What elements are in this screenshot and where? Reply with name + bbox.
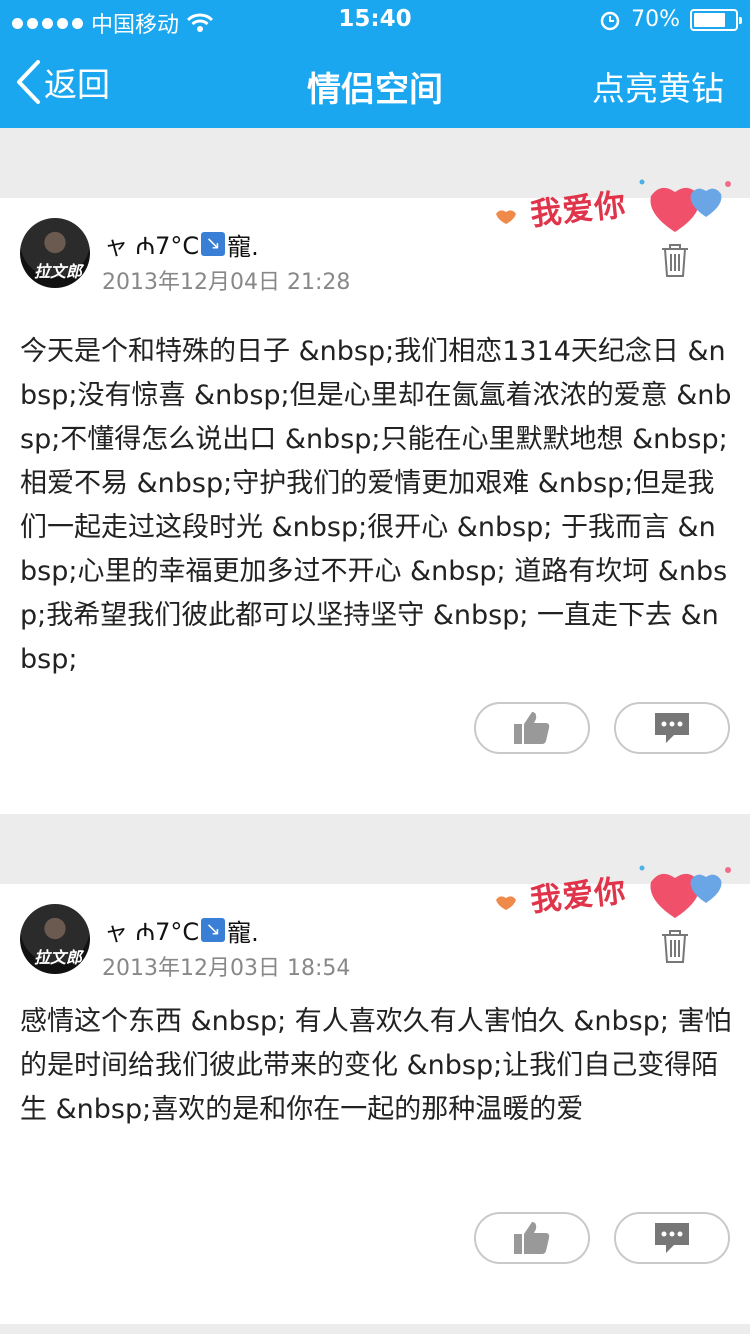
avatar[interactable]: 拉文郎: [20, 904, 90, 974]
arrow-emoji-icon: ↘: [201, 918, 226, 942]
alarm-icon: [600, 11, 620, 30]
battery-icon: [690, 8, 742, 31]
trash-icon[interactable]: [658, 242, 692, 278]
yellow-diamond-button[interactable]: 点亮黄钻: [592, 62, 724, 110]
username[interactable]: ャ ₼7°C ↘ 寵.: [104, 912, 259, 948]
like-button[interactable]: [474, 702, 590, 754]
comment-icon: [655, 713, 689, 743]
username-prefix: ャ ₼7°C: [104, 918, 200, 946]
arrow-emoji-icon: ↘: [201, 232, 226, 256]
love-badge: 我爱你: [476, 860, 746, 932]
post-body: 今天是个和特殊的日子 &nbsp;我们相恋1314天纪念日 &nbsp;没有惊喜…: [20, 336, 732, 675]
username[interactable]: ャ ₼7°C ↘ 寵.: [104, 226, 259, 262]
comment-button[interactable]: [614, 702, 730, 754]
thumbs-up-icon: [514, 712, 550, 744]
username-suffix: 寵.: [227, 918, 259, 947]
post-body: 感情这个东西 &nbsp; 有人喜欢久有人害怕久 &nbsp; 害怕的是时间给我…: [20, 1006, 732, 1125]
header: 中国移动 15:40 70% 返回 情侣空间 点亮黄钻: [0, 0, 750, 128]
username-suffix: 寵.: [227, 232, 259, 261]
navigation-bar: 返回 情侣空间 点亮黄钻: [0, 40, 750, 128]
post-card: 我爱你 拉文郎 ャ ₼7°C ↘ 寵. 2013年12月04日 21:28 今天…: [0, 179, 750, 814]
comment-button[interactable]: [614, 1212, 730, 1264]
like-button[interactable]: [474, 1212, 590, 1264]
post-date: 2013年12月03日 18:54: [102, 956, 351, 981]
post-card: 我爱你 拉文郎 ャ ₼7°C ↘ 寵. 2013年12月03日 18:54 感情…: [0, 865, 750, 1324]
status-bar: 中国移动 15:40 70%: [0, 0, 750, 40]
username-prefix: ャ ₼7°C: [104, 232, 200, 260]
love-badge: 我爱你: [476, 174, 746, 246]
thumbs-up-icon: [514, 1222, 550, 1254]
avatar[interactable]: 拉文郎: [20, 218, 90, 288]
post-date: 2013年12月04日 21:28: [102, 270, 351, 295]
trash-icon[interactable]: [658, 928, 692, 964]
comment-icon: [655, 1223, 689, 1253]
battery-percent: 70%: [631, 7, 680, 32]
status-right: 70%: [599, 7, 742, 32]
